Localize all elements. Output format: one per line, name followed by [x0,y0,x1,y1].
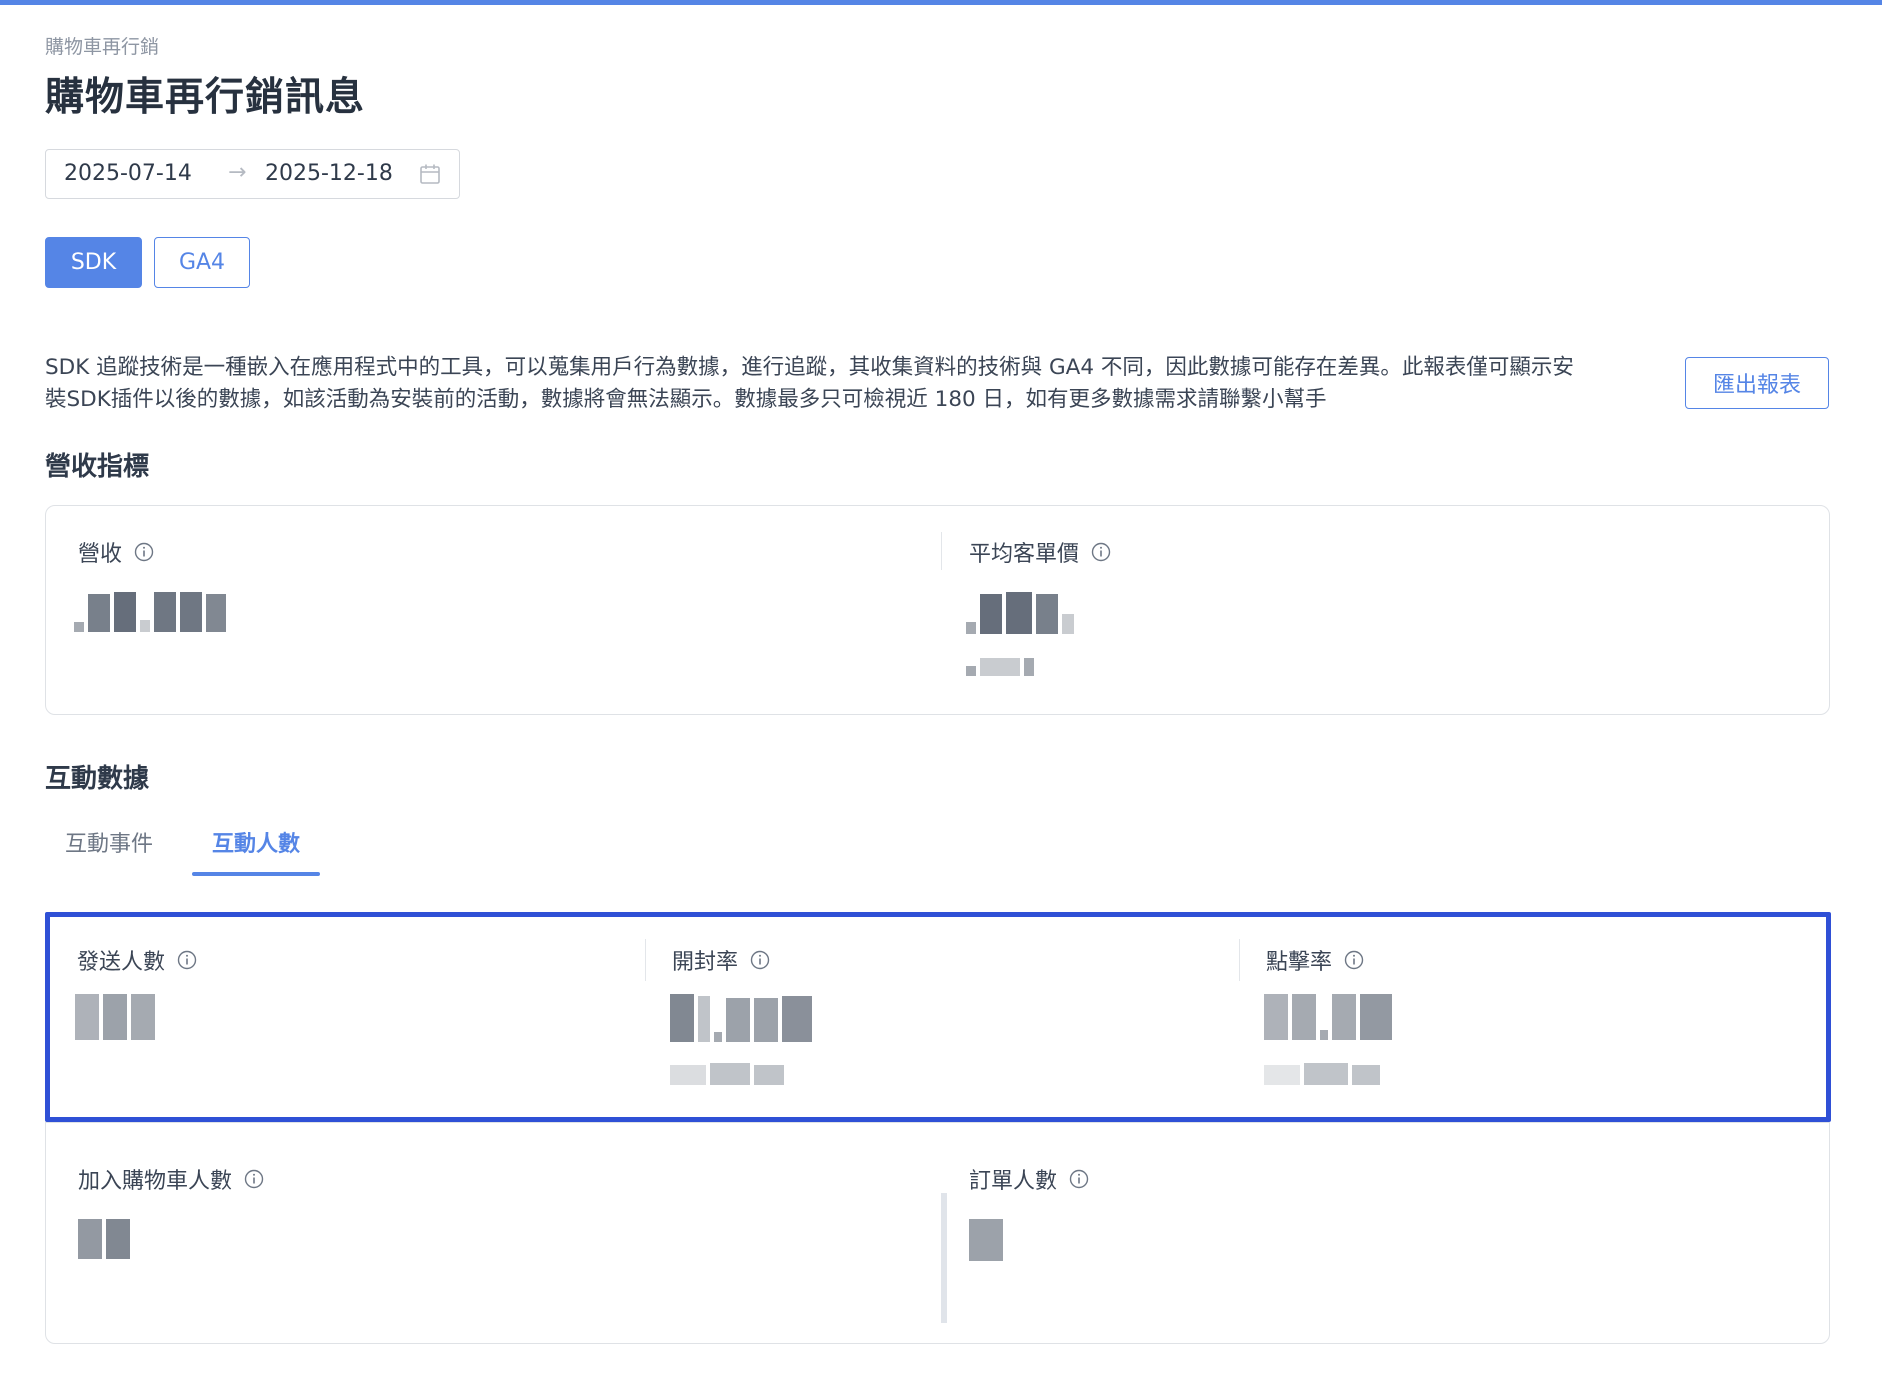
average-order-value-label: 平均客單價 [969,542,1080,567]
tab-interaction-events[interactable]: 互動事件 [65,826,153,858]
info-icon[interactable] [1344,950,1364,970]
click-rate-sub-redacted [1264,1063,1380,1085]
info-icon[interactable] [244,1169,264,1189]
average-order-value-sub-redacted [966,658,1034,676]
info-icon[interactable] [750,950,770,970]
export-report-button[interactable]: 匯出報表 [1685,357,1829,409]
active-tab-indicator [192,872,320,876]
interaction-section-title: 互動數據 [45,764,150,794]
highlighted-metrics-card: 發送人數 開封率 點擊率 [45,912,1831,1122]
conversion-metrics-card: 加入購物車人數 訂單人數 [45,1122,1830,1344]
breadcrumb[interactable]: 購物車再行銷 [45,32,159,59]
revenue-label: 營收 [78,542,123,567]
date-range-picker[interactable]: 2025-07-14 → 2025-12-18 [45,149,460,199]
order-count-value-redacted [969,1219,1003,1261]
revenue-card: 營收 平均客單價 [45,505,1830,715]
recipients-label: 發送人數 [77,950,166,975]
tab-interaction-people[interactable]: 互動人數 [212,826,300,858]
date-end-input[interactable]: 2025-12-18 [265,161,393,186]
average-order-value-redacted [966,592,1074,634]
page-title: 購物車再行銷訊息 [45,75,366,120]
info-icon[interactable] [177,950,197,970]
revenue-section-title: 營收指標 [45,452,150,482]
calendar-icon[interactable] [419,163,441,185]
top-accent-bar [0,0,1882,5]
click-rate-value-redacted [1264,994,1392,1040]
click-rate-metric: 點擊率 [1266,944,1364,976]
add-to-cart-metric: 加入購物車人數 [78,1163,264,1195]
click-rate-label: 點擊率 [1266,950,1333,975]
add-to-cart-label: 加入購物車人數 [78,1169,233,1194]
order-count-label: 訂單人數 [969,1169,1058,1194]
revenue-metric: 營收 [78,536,154,568]
open-rate-sub-redacted [670,1063,784,1085]
date-arrow-icon: → [228,160,247,185]
recipients-value-redacted [75,994,155,1040]
open-rate-metric: 開封率 [672,944,770,976]
ga4-button[interactable]: GA4 [154,237,250,288]
open-rate-label: 開封率 [672,950,739,975]
date-start-input[interactable]: 2025-07-14 [64,161,192,186]
info-icon[interactable] [1091,542,1111,562]
add-to-cart-value-redacted [78,1219,130,1259]
sdk-description: SDK 追蹤技術是一種嵌入在應用程式中的工具，可以蒐集用戶行為數據，進行追蹤，其… [45,355,1574,412]
info-icon[interactable] [1069,1169,1089,1189]
recipients-metric: 發送人數 [77,944,197,976]
sdk-button[interactable]: SDK [45,237,142,288]
open-rate-value-redacted [670,994,812,1042]
order-count-metric: 訂單人數 [969,1163,1089,1195]
average-order-value-metric: 平均客單價 [969,536,1111,568]
revenue-value-redacted [74,592,226,632]
info-icon[interactable] [134,542,154,562]
